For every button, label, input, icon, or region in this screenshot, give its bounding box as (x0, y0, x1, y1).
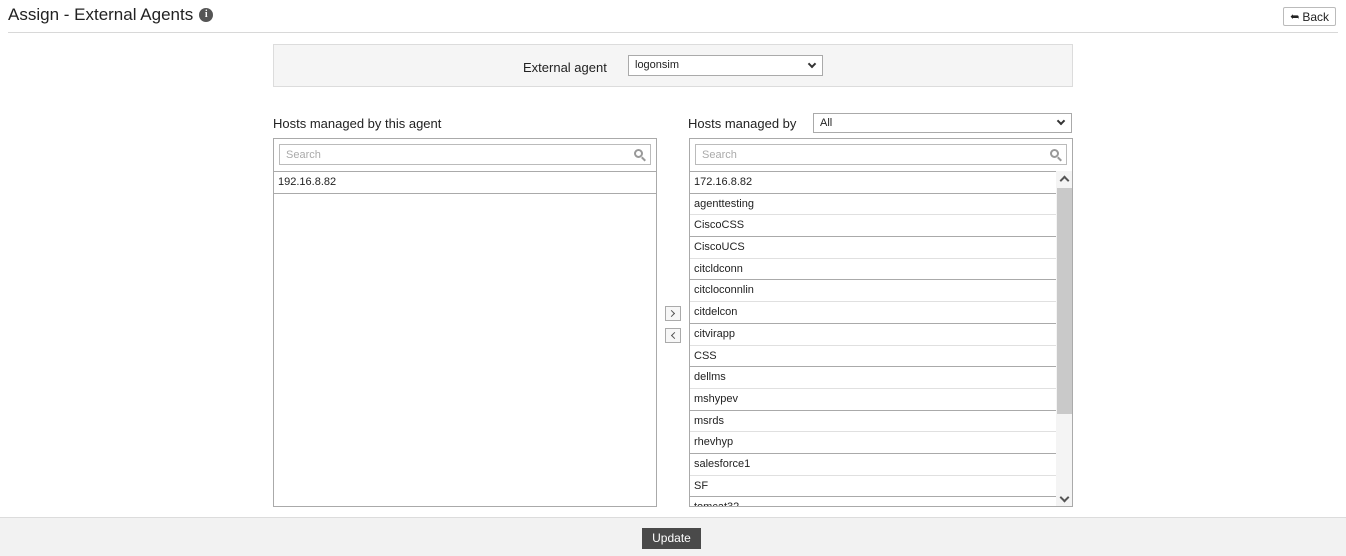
external-agent-select[interactable]: logonsim (628, 55, 823, 76)
back-button[interactable]: ➦ Back (1283, 7, 1336, 26)
host-list-item[interactable]: 172.16.8.82 (690, 172, 1056, 194)
scroll-down-icon[interactable] (1056, 491, 1072, 506)
host-list-item[interactable]: rhevhyp (690, 432, 1056, 454)
host-list-item[interactable]: dellms (690, 367, 1056, 389)
host-list-item[interactable]: CiscoUCS (690, 237, 1056, 259)
chevron-left-icon (670, 331, 679, 340)
move-left-button[interactable] (665, 328, 681, 343)
update-button[interactable]: Update (642, 528, 701, 549)
assigned-hosts-search-input[interactable] (280, 145, 620, 165)
host-list-item[interactable]: tomcat32 (690, 497, 1056, 506)
hosts-managed-by-select[interactable]: All (813, 113, 1072, 133)
assigned-hosts-panel: 192.16.8.82 (273, 138, 657, 507)
host-list-item[interactable]: citdelcon (690, 302, 1056, 324)
available-hosts-scrollbar[interactable] (1056, 171, 1072, 506)
footer-bar: Update (0, 517, 1346, 556)
search-icon[interactable] (1050, 149, 1059, 158)
back-arrow-icon: ➦ (1290, 11, 1300, 23)
external-agent-label: External agent (523, 60, 607, 75)
page-title: Assign - External Agents i (8, 5, 214, 25)
host-list-item[interactable]: salesforce1 (690, 454, 1056, 476)
host-list-item[interactable]: SF (690, 476, 1056, 498)
move-right-button[interactable] (665, 306, 681, 321)
available-hosts-panel: 172.16.8.82agenttestingCiscoCSSCiscoUCSc… (689, 138, 1073, 507)
chevron-down-icon (807, 59, 817, 69)
search-icon[interactable] (634, 149, 643, 158)
scroll-up-icon[interactable] (1056, 171, 1072, 187)
back-button-label: Back (1302, 9, 1329, 24)
assigned-hosts-search (279, 144, 651, 165)
host-list-item[interactable]: msrds (690, 411, 1056, 433)
host-list-item[interactable]: CSS (690, 346, 1056, 368)
external-agent-value: logonsim (635, 59, 680, 71)
left-panel-heading: Hosts managed by this agent (273, 116, 442, 131)
external-agent-panel: External agent logonsim (273, 44, 1073, 87)
host-list-item[interactable]: agenttesting (690, 194, 1056, 216)
host-list-item[interactable]: mshypev (690, 389, 1056, 411)
page-header: Assign - External Agents i ➦ Back (8, 0, 1338, 33)
right-panel-heading: Hosts managed by (688, 116, 797, 131)
chevron-down-icon (1056, 116, 1066, 126)
hosts-managed-by-value: All (820, 117, 833, 129)
assigned-hosts-list: 192.16.8.82 (274, 171, 656, 194)
host-list-item[interactable]: citcldconn (690, 259, 1056, 281)
scrollbar-thumb[interactable] (1057, 188, 1072, 414)
host-list-item[interactable]: CiscoCSS (690, 215, 1056, 238)
host-list-item[interactable]: citvirapp (690, 324, 1056, 346)
host-list-item[interactable]: citcloconnlin (690, 280, 1056, 303)
chevron-right-icon (667, 309, 676, 318)
host-list-item[interactable]: 192.16.8.82 (274, 172, 656, 194)
page-title-text: Assign - External Agents (8, 5, 194, 24)
available-hosts-list: 172.16.8.82 agenttesting CiscoCSS CiscoUCS c… (690, 171, 1056, 506)
info-icon[interactable]: i (199, 8, 214, 22)
available-hosts-search (695, 144, 1067, 165)
available-hosts-search-input[interactable] (696, 145, 1036, 165)
